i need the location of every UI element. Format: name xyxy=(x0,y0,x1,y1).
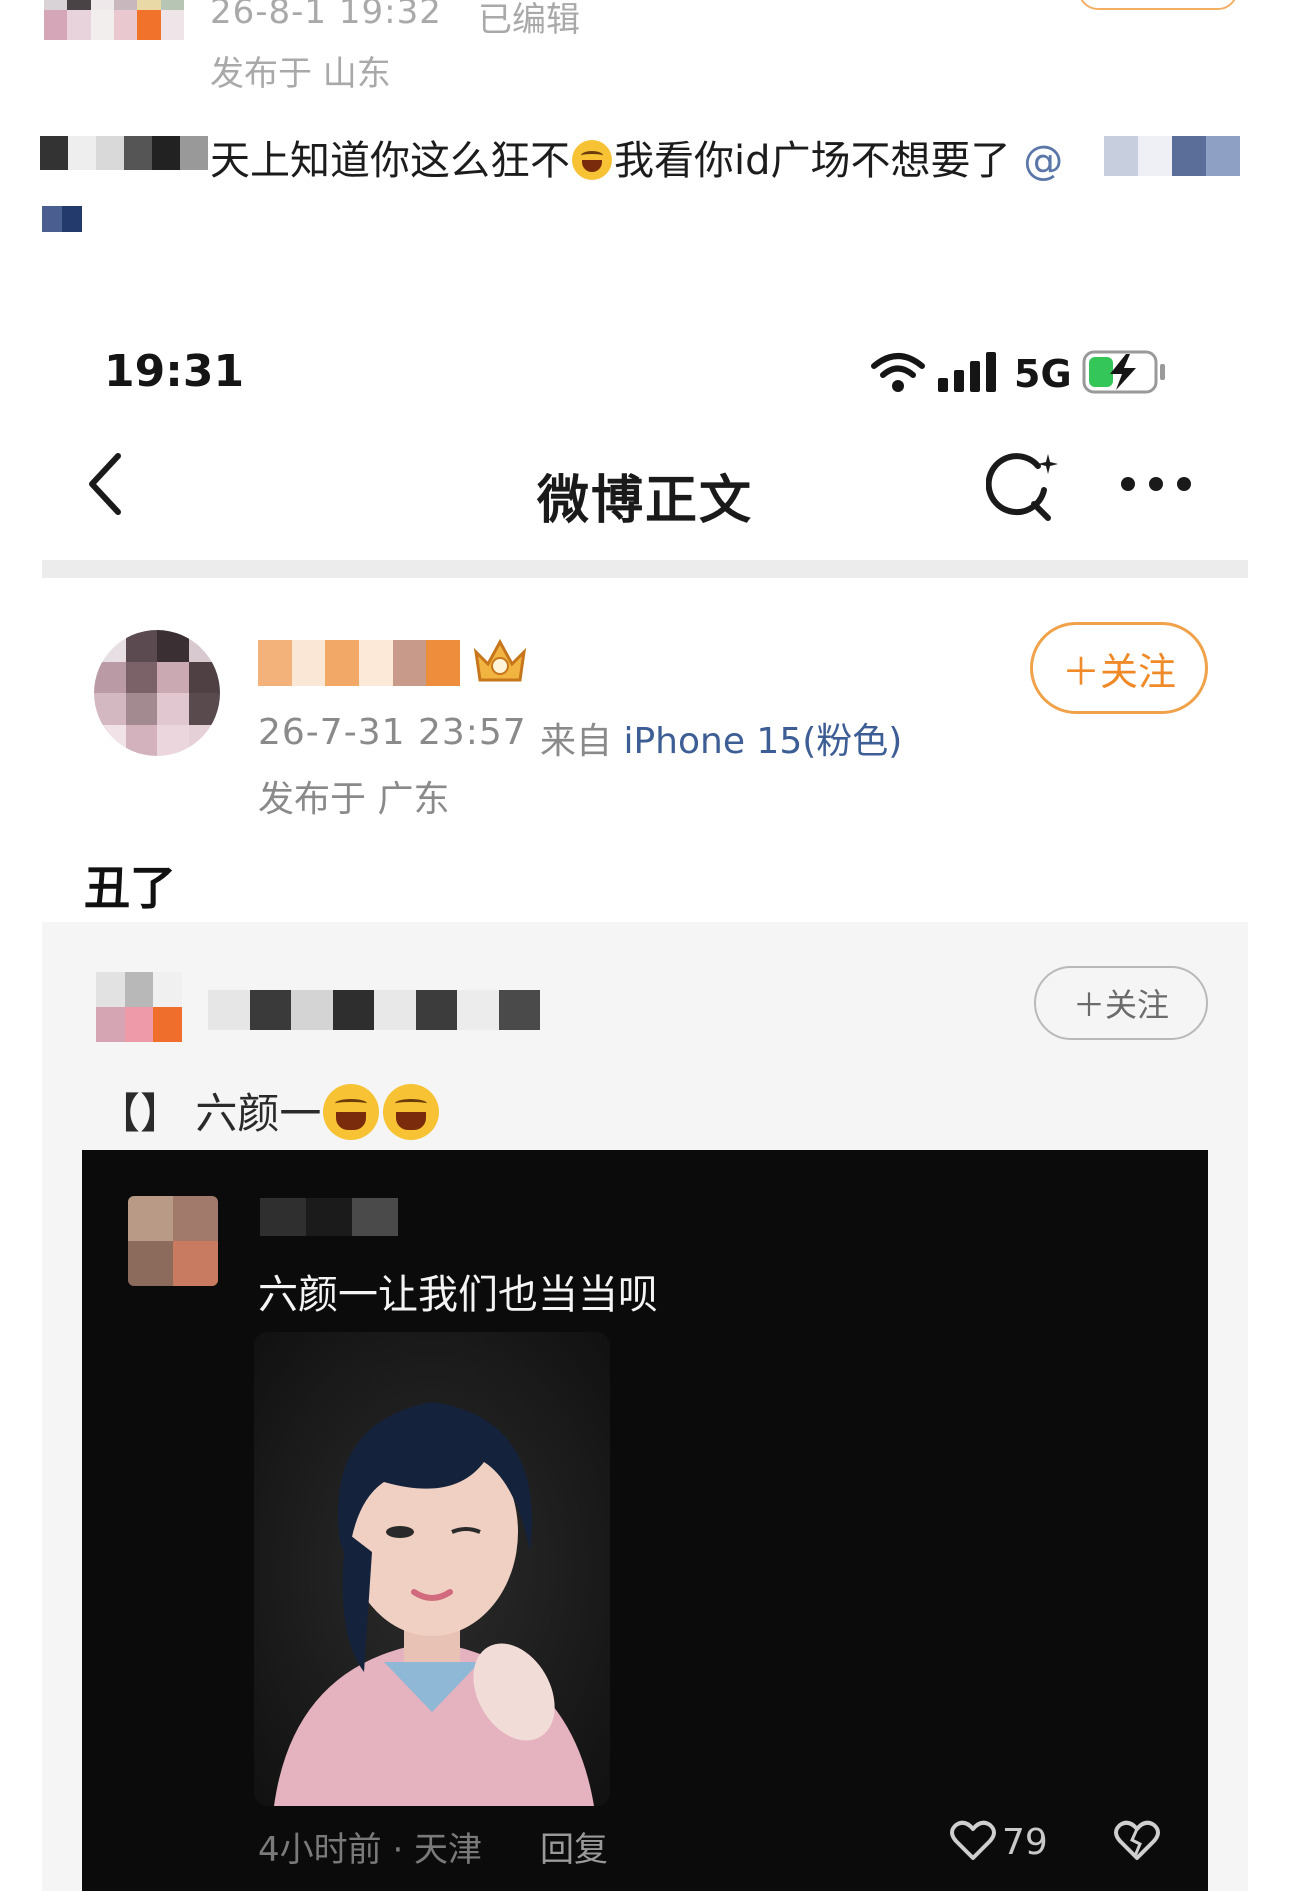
heart-icon[interactable] xyxy=(950,1820,996,1862)
broken-heart-icon[interactable] xyxy=(1114,1820,1160,1862)
commenter-avatar xyxy=(128,1196,218,1286)
outer-follow-button[interactable] xyxy=(1078,0,1238,10)
post-device-link[interactable]: iPhone 15(粉色) xyxy=(623,721,902,762)
post-body: 丑了 xyxy=(84,861,176,915)
more-icon[interactable] xyxy=(1118,474,1194,494)
laughing-cry-emoji-icon xyxy=(383,1084,440,1140)
page-title: 微博正文 xyxy=(536,471,753,531)
comment-text: 六颜一让我们也当当呗 xyxy=(258,1272,658,1318)
comment-photo xyxy=(254,1332,610,1806)
outer-edited-label: 已编辑 xyxy=(478,0,580,40)
mention-redacted[interactable] xyxy=(1104,136,1240,176)
laughing-cry-emoji-icon xyxy=(323,1084,380,1140)
post-source-prefix: 来自 xyxy=(540,721,613,762)
quoted-avatar[interactable] xyxy=(96,972,182,1042)
quoted-post-text: 【】 六颜一 xyxy=(98,1080,441,1141)
quoted-follow-button[interactable]: ＋关注 xyxy=(1034,966,1208,1040)
wifi-icon xyxy=(871,353,925,392)
network-type: 5G xyxy=(1014,352,1072,396)
post-source: 来自 iPhone 15(粉色) xyxy=(540,712,902,764)
author-avatar[interactable] xyxy=(94,630,220,756)
outer-post-location: 发布于 山东 xyxy=(210,54,391,94)
outer-post-time: 26-8-1 19:32 xyxy=(210,0,442,32)
outer-text-redacted xyxy=(40,136,208,170)
cellular-signal-icon xyxy=(938,352,996,392)
quoted-author-redacted[interactable] xyxy=(208,990,540,1030)
outer-post-text: 天上知道你这么狂不 我看你id广场不想要了 @ xyxy=(210,138,1064,184)
commenter-name-redacted xyxy=(260,1198,398,1236)
author-name-redacted[interactable] xyxy=(258,640,460,686)
laughing-cry-emoji-icon xyxy=(572,140,612,180)
search-sparkle-icon[interactable] xyxy=(986,452,1060,522)
follow-button[interactable]: ＋关注 xyxy=(1030,622,1208,714)
post-time: 26-7-31 23:57 xyxy=(258,712,527,753)
status-bar-time: 19:31 xyxy=(104,346,245,397)
post-location: 发布于 广东 xyxy=(258,779,450,820)
mention-link[interactable]: @ xyxy=(1023,138,1063,184)
like-count: 79 xyxy=(1002,1822,1048,1863)
battery-charging-icon xyxy=(1082,350,1165,394)
vip-crown-icon xyxy=(473,638,527,682)
reply-button[interactable]: 回复 xyxy=(540,1822,608,1871)
outer-avatar[interactable] xyxy=(44,0,184,40)
comment-meta: 4小时前 · 天津 xyxy=(258,1830,483,1870)
mention-redacted-continued xyxy=(42,206,82,232)
nav-divider xyxy=(42,560,1248,578)
